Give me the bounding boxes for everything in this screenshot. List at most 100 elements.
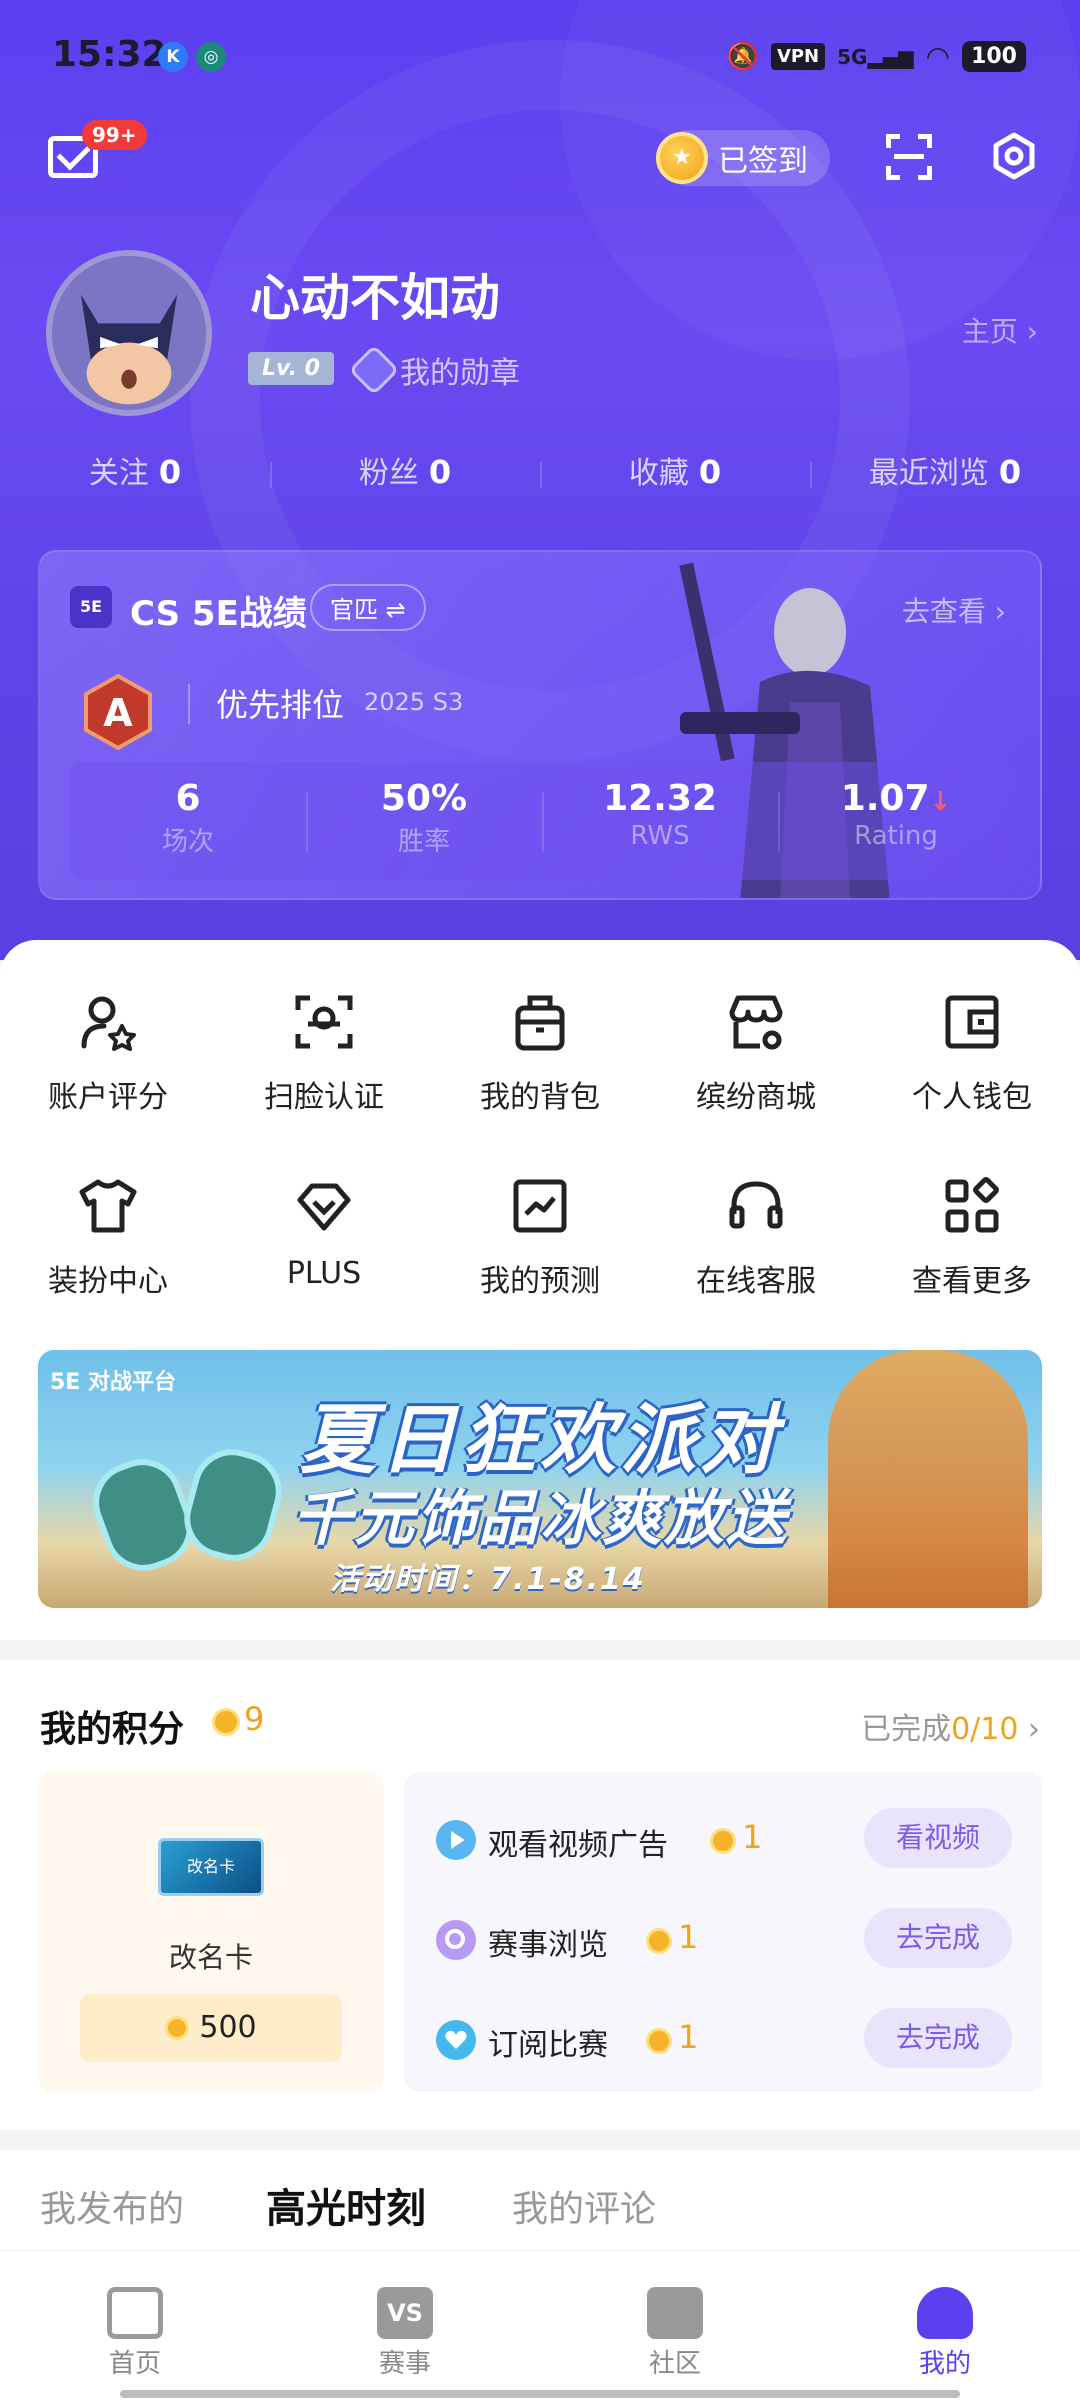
settings-icon[interactable] [990,132,1038,180]
level-badge: Lv. 0 [248,352,334,385]
coin-icon [212,1708,240,1736]
grid-label: 个人钱包 [912,1080,1032,1115]
backpack-icon [515,995,565,1051]
view-record-link[interactable]: 去查看 › [902,590,1006,630]
grid-label: 我的预测 [480,1264,600,1299]
rename-card-icon: 改名卡 [158,1838,264,1896]
banner-date: 活动时间：7.1-8.14 [330,1562,646,1597]
banner-subheadline: 千元饰品冰爽放送 [292,1484,788,1554]
stat-label: 最近浏览 [868,456,989,491]
tab-highlights[interactable]: 高光时刻 [266,2176,426,2234]
stat-favorites[interactable]: 收藏 0 [540,448,810,508]
coin-icon [710,1828,736,1854]
store-icon [729,995,783,1050]
status-bar: 15:32 K ◎ 🔕 VPN 5G▂▄▆ ◠ 100 [0,0,1080,112]
nav-label: 赛事 [378,2349,431,2379]
stat-value: 1.07 [840,778,930,819]
redeem-button[interactable]: 500 [80,1994,342,2062]
task-item: 订阅比赛 1 去完成 [404,2002,1042,2082]
stat-value: 0 [158,453,182,491]
stat-value: 50% [380,778,468,819]
nav-profile[interactable]: 我的 [810,2251,1080,2400]
reward-card[interactable]: 改名卡 改名卡 500 [38,1772,384,2092]
stat-label: 粉丝 [358,456,419,491]
grid-item-store[interactable]: 缤纷商城 [648,990,864,1116]
stat-recent[interactable]: 最近浏览 0 [810,448,1080,508]
tab-my-comments[interactable]: 我的评论 [512,2180,656,2232]
cs-stats-row: 6 场次 50% 胜率 12.32 RWS 1.07↓ Rating [70,762,1014,880]
face-scan-icon [295,995,353,1049]
grid-item-plus[interactable]: PLUS [216,1174,432,1300]
complete-task-button[interactable]: 去完成 [864,1908,1012,1968]
grid-label: 缤纷商城 [696,1080,816,1115]
top-action-bar: 99+ ★ 已签到 [0,120,1080,200]
match-mode-switch[interactable]: 官匹 ⇌ [310,584,426,631]
homepage-link[interactable]: 主页 › [962,310,1038,350]
task-name: 赛事浏览 [488,1928,608,1963]
task-item: 观看视频广告 1 看视频 [404,1802,1042,1882]
batman-avatar-icon [52,256,206,410]
social-stats: 关注 0 粉丝 0 收藏 0 最近浏览 0 [0,448,1080,508]
cs-record-card[interactable]: 5E CS 5E战绩 官匹 ⇌ 去查看 › A 优先排位 2025 S3 6 场次… [38,550,1042,900]
season-label: 2025 S3 [364,688,464,716]
grid-label: 我的背包 [480,1080,600,1115]
rank-mode: 优先排位 [216,686,345,724]
nav-matches[interactable]: VS 赛事 [270,2251,540,2400]
stat-label: RWS [630,821,690,851]
coin-icon [646,1928,672,1954]
task-name: 订阅比赛 [488,2028,608,2063]
arrow-down-icon: ↓ [929,787,952,817]
mute-icon: 🔕 [726,41,759,72]
rank-a-icon: A [84,673,152,751]
stat-value: 12.32 [603,778,717,819]
grid-item-backpack[interactable]: 我的背包 [432,990,648,1116]
apps-icon [945,1177,999,1233]
wallet-icon [945,995,999,1049]
bottom-navigation: 首页 VS 赛事 社区 我的 [0,2250,1080,2400]
diamond-icon [297,1183,351,1231]
search-icon [436,1920,476,1960]
medal-label: 我的勋章 [400,356,520,391]
unread-badge: 99+ [82,120,147,150]
complete-task-button[interactable]: 去完成 [864,2008,1012,2068]
feature-grid: 账户评分 扫脸认证 我的背包 缤纷商城 个人钱包 装扮中心 PLUS 我的预测 [0,990,1080,1300]
scan-icon[interactable] [886,134,932,180]
grid-item-support[interactable]: 在线客服 [648,1174,864,1300]
grid-item-more[interactable]: 查看更多 [864,1174,1080,1300]
grid-label: PLUS [286,1256,362,1291]
sign-in-label: 已签到 [718,144,808,179]
sign-in-button[interactable]: ★ 已签到 [656,130,830,186]
task-points: 1 [678,1918,699,1956]
grid-item-account-score[interactable]: 账户评分 [0,990,216,1116]
stat-value: 0 [698,453,722,491]
network-type: 5G [837,44,868,69]
tasks-progress-link[interactable]: 已完成0/10 › [861,1704,1040,1748]
grid-item-wallet[interactable]: 个人钱包 [864,990,1080,1116]
grid-item-dressup[interactable]: 装扮中心 [0,1174,216,1300]
chevron-right-icon: › [1028,1712,1040,1747]
feature-panel: 账户评分 扫脸认证 我的背包 缤纷商城 个人钱包 装扮中心 PLUS 我的预测 [0,940,1080,1640]
stat-following[interactable]: 关注 0 [0,448,270,508]
stat-label: 关注 [88,456,149,491]
tab-my-posts[interactable]: 我发布的 [40,2180,184,2232]
grid-item-prediction[interactable]: 我的预测 [432,1174,648,1300]
divider [188,684,190,724]
coin-icon [646,2028,672,2054]
grid-label: 账户评分 [48,1080,168,1115]
nav-community[interactable]: 社区 [540,2251,810,2400]
chart-icon [513,1179,567,1233]
watch-video-button[interactable]: 看视频 [864,1808,1012,1868]
heart-icon [436,2020,476,2060]
clock: 15:32 [52,34,167,75]
progress-label: 已完成 [861,1712,952,1747]
grid-item-face-verify[interactable]: 扫脸认证 [216,990,432,1116]
5e-logo-icon: 5E [70,586,112,628]
points-title: 我的积分 [40,1709,185,1750]
my-medals-link[interactable]: 我的勋章 [348,344,520,396]
promo-banner[interactable]: 5E 对战平台 夏日狂欢派对 千元饰品冰爽放送 活动时间：7.1-8.14 [38,1350,1042,1608]
avatar[interactable] [46,250,212,416]
gesture-bar [120,2390,960,2398]
stat-fans[interactable]: 粉丝 0 [270,448,540,508]
k-app-icon: K [158,42,188,72]
nav-home[interactable]: 首页 [0,2251,270,2400]
